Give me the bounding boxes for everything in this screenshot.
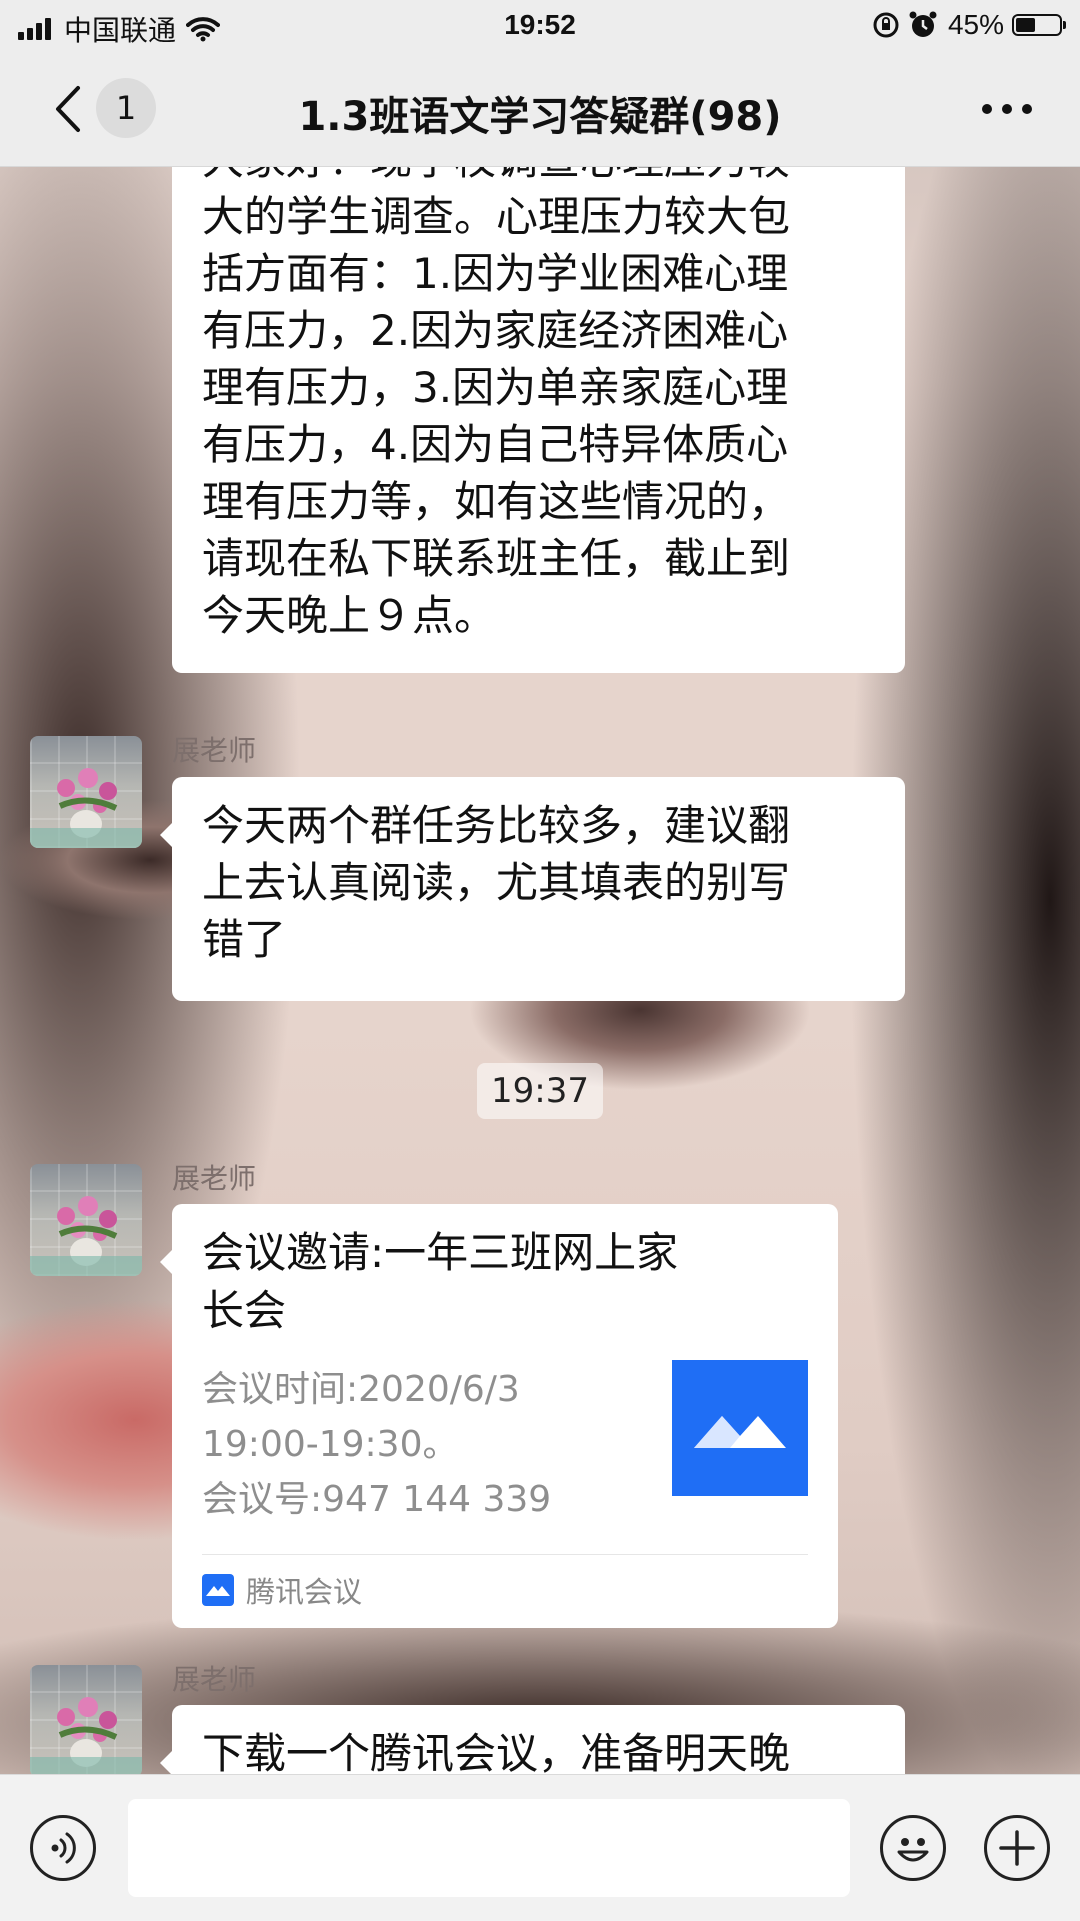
chat-header: 1 1.3班语文学习答疑群(98) <box>0 54 1080 167</box>
plus-icon[interactable] <box>984 1815 1050 1881</box>
card-divider <box>202 1554 808 1555</box>
message-line: 理有压力等，如有这些情况的， <box>202 477 791 526</box>
message-line: 上去认真阅读，尤其填表的别写 <box>202 858 791 907</box>
unread-count-badge[interactable]: 1 <box>96 78 156 138</box>
avatar[interactable] <box>30 1164 142 1276</box>
tencent-meeting-icon <box>202 1574 234 1606</box>
message-bubble[interactable]: 大家好！现学校调查心理压力较 大的学生调查。心理压力较大包 括方面有：1.因为学… <box>172 167 905 673</box>
message-line: 错了 <box>202 915 287 964</box>
alarm-icon <box>909 11 937 37</box>
battery-icon <box>1012 14 1066 36</box>
card-description: 会议时间:2020/6/3 19:00-19:30。 会议号:947 144 3… <box>202 1369 552 1520</box>
chevron-left-icon[interactable] <box>48 84 88 134</box>
message-input[interactable] <box>128 1799 850 1897</box>
battery-percent: 45% <box>947 9 1004 40</box>
message-bubble[interactable]: 今天两个群任务比较多，建议翻 上去认真阅读，尤其填表的别写 错了 <box>160 777 905 1001</box>
card-source: 腾讯会议 <box>202 1569 362 1611</box>
message-line: 有压力，2.因为家庭经济困难心 <box>202 306 789 355</box>
avatar[interactable] <box>30 1665 142 1774</box>
message-line: 大的学生调查。心理压力较大包 <box>202 192 791 241</box>
message-line: 理有压力，3.因为单亲家庭心理 <box>202 363 789 412</box>
message-line: 今天两个群任务比较多，建议翻 <box>202 801 791 850</box>
card-title: 会议邀请:一年三班网上家 长会 <box>202 1228 679 1335</box>
message-list[interactable]: 大家好！现学校调查心理压力较 大的学生调查。心理压力较大包 括方面有：1.因为学… <box>0 167 1080 1774</box>
message-line: 今天晚上９点。 <box>202 591 497 640</box>
message-line: 下载一个腾讯会议，准备明天晚 <box>202 1729 791 1774</box>
message-line: 括方面有：1.因为学业困难心理 <box>202 249 789 298</box>
tencent-meeting-logo-icon <box>672 1360 808 1496</box>
time-divider: 19:37 <box>477 1063 603 1119</box>
chat-title: 1.3班语文学习答疑群(98) <box>298 94 782 140</box>
message-line: 请现在私下联系班主任，截止到 <box>202 534 791 583</box>
meeting-invite-card[interactable]: 会议邀请:一年三班网上家 长会 会议时间:2020/6/3 19:00-19:3… <box>160 1204 838 1628</box>
message-line: 有压力，4.因为自己特异体质心 <box>202 420 789 469</box>
message-bubble[interactable]: 下载一个腾讯会议，准备明天晚 <box>160 1705 905 1774</box>
sender-name: 展老师 <box>172 734 257 767</box>
status-bar: 中国联通 19:52 45% <box>0 0 1080 54</box>
emoji-icon[interactable] <box>880 1815 946 1881</box>
input-bar <box>0 1774 1080 1921</box>
rotation-lock-icon <box>873 12 899 38</box>
card-source-name: 腾讯会议 <box>246 1575 363 1609</box>
sender-name: 展老师 <box>172 1162 257 1195</box>
message-line: 大家好！现学校调查心理压力较 <box>202 167 875 188</box>
more-dots-icon[interactable] <box>982 102 1032 116</box>
sender-name: 展老师 <box>172 1663 257 1696</box>
avatar[interactable] <box>30 736 142 848</box>
voice-icon[interactable] <box>30 1815 96 1881</box>
